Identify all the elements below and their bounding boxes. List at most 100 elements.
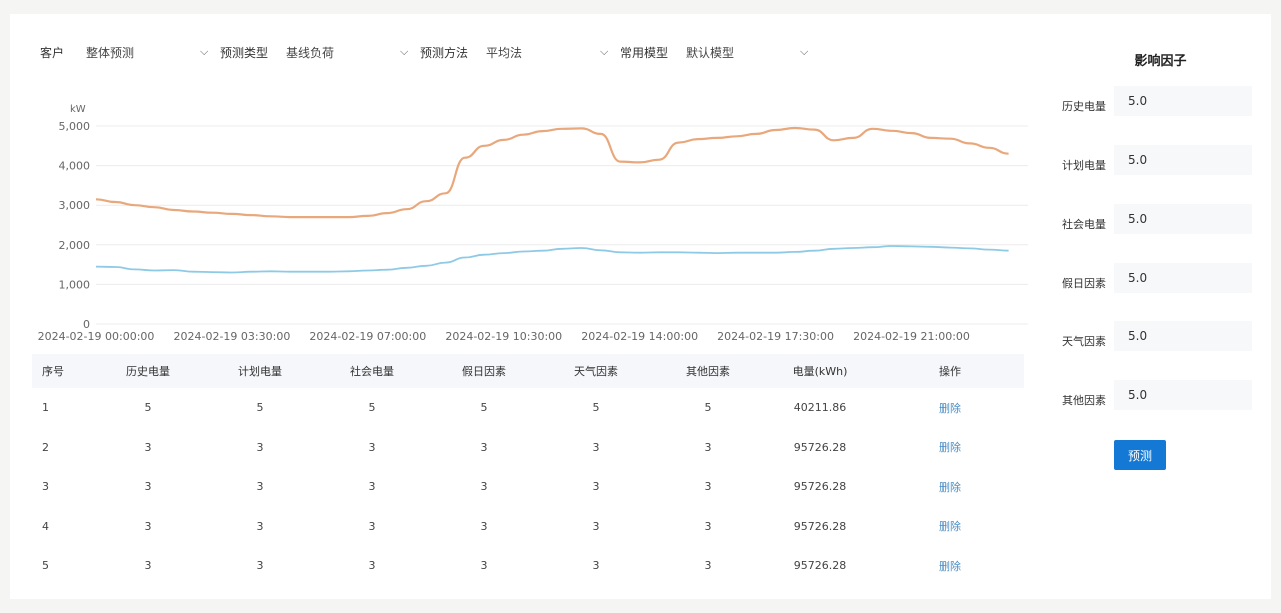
x-tick-label: 2024-02-19 14:00:00 bbox=[581, 330, 698, 343]
factor-label-holiday: 假日因素 bbox=[1062, 277, 1106, 290]
table-row: 3 3 3 3 3 3 3 95726.28 删除 bbox=[32, 467, 1024, 507]
y-tick-label: 1,000 bbox=[59, 278, 91, 291]
cell-other: 3 bbox=[704, 519, 712, 533]
cell-history: 3 bbox=[144, 559, 152, 573]
col-header-action: 操作 bbox=[939, 365, 961, 378]
cell-other: 3 bbox=[704, 440, 712, 454]
cell-plan: 3 bbox=[256, 440, 264, 454]
y-axis-unit: kW bbox=[70, 104, 86, 115]
cell-index: 3 bbox=[42, 480, 49, 494]
x-tick-label: 2024-02-19 03:30:00 bbox=[174, 330, 291, 343]
cell-holiday: 3 bbox=[480, 480, 488, 494]
chevron-down-icon[interactable]: ⌵ bbox=[800, 45, 808, 59]
cell-energy: 40211.86 bbox=[793, 401, 847, 415]
cell-plan: 3 bbox=[256, 480, 264, 494]
chart-svg: kW01,0002,0003,0004,0005,0002024-02-19 0… bbox=[38, 104, 1028, 343]
cell-social: 5 bbox=[368, 401, 376, 415]
forecast-method-label: 预测方法 bbox=[420, 46, 469, 60]
factor-input-holiday[interactable] bbox=[1114, 263, 1252, 293]
table-row: 1 5 5 5 5 5 5 40211.86 删除 bbox=[32, 388, 1024, 428]
col-header-weather: 天气因素 bbox=[574, 365, 618, 378]
forecast-type-label: 预测类型 bbox=[220, 46, 269, 60]
chevron-down-icon[interactable]: ⌵ bbox=[400, 45, 408, 59]
y-tick-label: 4,000 bbox=[59, 160, 91, 173]
cell-index: 4 bbox=[42, 519, 49, 533]
cell-plan: 3 bbox=[256, 559, 264, 573]
x-tick-label: 2024-02-19 17:30:00 bbox=[717, 330, 834, 343]
cell-index: 2 bbox=[42, 440, 49, 454]
factor-panel-title: 影响因子 bbox=[1134, 54, 1187, 69]
cell-energy: 95726.28 bbox=[793, 559, 847, 573]
cell-social: 3 bbox=[368, 480, 376, 494]
cell-holiday: 3 bbox=[480, 440, 488, 454]
delete-link[interactable]: 删除 bbox=[939, 402, 961, 415]
factor-label-social: 社会电量 bbox=[1062, 218, 1106, 231]
delete-link[interactable]: 删除 bbox=[939, 481, 961, 494]
table-row: 5 3 3 3 3 3 3 95726.28 删除 bbox=[32, 546, 1024, 586]
table-header-row: 序号 历史电量 计划电量 社会电量 假日因素 天气因素 其他因素 电量(kWh)… bbox=[32, 354, 1024, 388]
main-panel: 客户 整体预测 ⌵ 预测类型 基线负荷 ⌵ 预测方法 平均法 ⌵ 常用模型 默认… bbox=[10, 14, 1271, 599]
cell-weather: 5 bbox=[592, 401, 600, 415]
cell-energy: 95726.28 bbox=[793, 480, 847, 494]
cell-other: 5 bbox=[704, 401, 712, 415]
x-tick-label: 2024-02-19 00:00:00 bbox=[38, 330, 155, 343]
cell-index: 1 bbox=[42, 401, 49, 415]
col-header-other: 其他因素 bbox=[686, 365, 730, 378]
cell-plan: 5 bbox=[256, 401, 264, 415]
factor-input-plan[interactable] bbox=[1114, 145, 1252, 175]
cell-weather: 3 bbox=[592, 519, 600, 533]
table-row: 4 3 3 3 3 3 3 95726.28 删除 bbox=[32, 507, 1024, 547]
delete-link[interactable]: 删除 bbox=[939, 560, 961, 573]
col-header-energy: 电量(kWh) bbox=[792, 365, 848, 378]
series-line-1 bbox=[95, 245, 1009, 274]
factor-input-other[interactable] bbox=[1114, 380, 1252, 410]
forecast-method-select[interactable]: 平均法 bbox=[486, 44, 522, 61]
col-header-holiday: 假日因素 bbox=[462, 365, 506, 378]
cell-history: 5 bbox=[144, 401, 152, 415]
cell-history: 3 bbox=[144, 440, 152, 454]
y-tick-label: 3,000 bbox=[59, 199, 91, 212]
factor-label-weather: 天气因素 bbox=[1062, 335, 1106, 348]
x-tick-label: 2024-02-19 21:00:00 bbox=[853, 330, 970, 343]
delete-link[interactable]: 删除 bbox=[939, 441, 961, 454]
x-tick-label: 2024-02-19 10:30:00 bbox=[445, 330, 562, 343]
y-tick-label: 5,000 bbox=[59, 120, 91, 133]
cell-holiday: 3 bbox=[480, 559, 488, 573]
x-tick-label: 2024-02-19 07:00:00 bbox=[309, 330, 426, 343]
col-header-social: 社会电量 bbox=[350, 365, 394, 378]
col-header-index: 序号 bbox=[42, 365, 64, 378]
factor-input-social[interactable] bbox=[1114, 204, 1252, 234]
forecast-table: 序号 历史电量 计划电量 社会电量 假日因素 天气因素 其他因素 电量(kWh)… bbox=[32, 354, 1024, 586]
cell-index: 5 bbox=[42, 559, 49, 573]
forecast-type-select[interactable]: 基线负荷 bbox=[286, 44, 334, 61]
factor-label-history: 历史电量 bbox=[1062, 100, 1106, 113]
chevron-down-icon[interactable]: ⌵ bbox=[600, 45, 608, 59]
y-tick-label: 2,000 bbox=[59, 239, 91, 252]
customer-select[interactable]: 整体预测 bbox=[86, 44, 134, 61]
customer-label: 客户 bbox=[40, 46, 65, 60]
factor-panel: 影响因子 历史电量 计划电量 社会电量 假日因素 天气因素 其他因素 预测 bbox=[1050, 28, 1271, 613]
chevron-down-icon[interactable]: ⌵ bbox=[200, 45, 208, 59]
cell-other: 3 bbox=[704, 559, 712, 573]
cell-social: 3 bbox=[368, 559, 376, 573]
load-chart: kW 0 1,000 2,000 3,000 4,000 5,000 2024-02-19 0… bbox=[32, 86, 1042, 351]
model-select[interactable]: 默认模型 bbox=[686, 44, 734, 61]
cell-history: 3 bbox=[144, 480, 152, 494]
cell-social: 3 bbox=[368, 519, 376, 533]
cell-weather: 3 bbox=[592, 480, 600, 494]
cell-weather: 3 bbox=[592, 559, 600, 573]
cell-energy: 95726.28 bbox=[793, 440, 847, 454]
predict-button[interactable]: 预测 bbox=[1114, 440, 1166, 470]
cell-holiday: 5 bbox=[480, 401, 488, 415]
cell-plan: 3 bbox=[256, 519, 264, 533]
factor-input-history[interactable] bbox=[1114, 86, 1252, 116]
cell-energy: 95726.28 bbox=[793, 519, 847, 533]
cell-holiday: 3 bbox=[480, 519, 488, 533]
delete-link[interactable]: 删除 bbox=[939, 520, 961, 533]
col-header-plan: 计划电量 bbox=[238, 365, 282, 378]
col-header-history: 历史电量 bbox=[126, 365, 170, 378]
factor-input-weather[interactable] bbox=[1114, 321, 1252, 351]
table-row: 2 3 3 3 3 3 3 95726.28 删除 bbox=[32, 428, 1024, 468]
cell-other: 3 bbox=[704, 480, 712, 494]
model-label: 常用模型 bbox=[620, 46, 669, 60]
